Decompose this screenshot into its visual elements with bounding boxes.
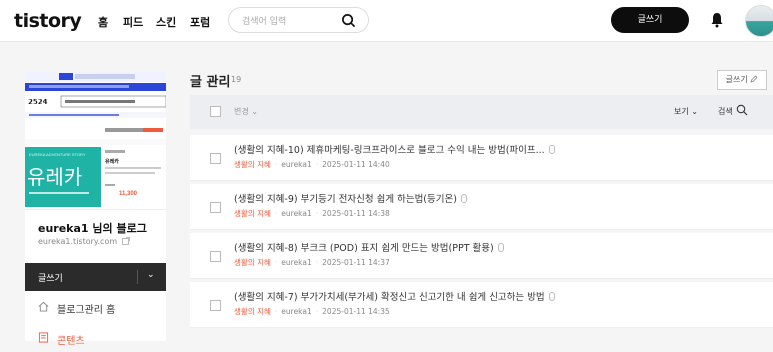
nav-feed[interactable]: 피드 bbox=[123, 14, 143, 30]
lock-icon bbox=[497, 243, 504, 252]
post-author: eureka1 bbox=[281, 209, 312, 218]
write-small-label: 글쓰기 bbox=[725, 75, 748, 84]
post-checkbox[interactable] bbox=[210, 202, 221, 213]
separator: · bbox=[274, 258, 278, 267]
lock-icon bbox=[460, 194, 467, 203]
blog-thumbnail[interactable]: 𝟮𝟱𝟮𝟰 EUREKA ADVENTURE STORY 유레카 유레카 11,3… bbox=[25, 72, 166, 210]
search-input[interactable]: 검색어 입력 bbox=[228, 7, 369, 33]
home-icon bbox=[38, 301, 49, 312]
external-link-icon bbox=[121, 237, 130, 245]
post-title-text: (생활의 지혜-8) 부크크 (POD) 표지 쉽게 만드는 방법(PPT 활용… bbox=[234, 243, 494, 254]
post-category[interactable]: 생활의 지혜 bbox=[234, 160, 271, 169]
blog-title[interactable]: eureka1 님의 블로그 bbox=[38, 220, 147, 236]
post-checkbox[interactable] bbox=[210, 251, 221, 262]
select-all-checkbox[interactable] bbox=[210, 106, 221, 117]
document-icon bbox=[38, 332, 49, 343]
search-placeholder: 검색어 입력 bbox=[242, 17, 287, 27]
post-count: 19 bbox=[231, 75, 242, 84]
bell-icon[interactable] bbox=[710, 12, 724, 28]
nav-skin[interactable]: 스킨 bbox=[156, 14, 176, 30]
chevron-down-icon: ⌄ bbox=[251, 107, 258, 116]
separator: · bbox=[315, 160, 319, 169]
post-checkbox[interactable] bbox=[210, 300, 221, 311]
sidebar-item-contents[interactable]: 콘텐츠 bbox=[25, 324, 166, 352]
post-category[interactable]: 생활의 지혜 bbox=[234, 258, 271, 267]
post-title-text: (생활의 지혜-9) 부기등기 전자신청 쉽게 하는법(등기온) bbox=[234, 194, 457, 205]
post-author: eureka1 bbox=[281, 307, 312, 316]
separator: · bbox=[315, 209, 319, 218]
post-toolbar: 변경 ⌄ 보기 ⌄ 검색 bbox=[190, 95, 773, 129]
separator: · bbox=[315, 307, 319, 316]
post-meta: 생활의 지혜 · eureka1 · 2025-01-11 14:40 bbox=[234, 159, 390, 170]
tistory-logo[interactable]: tistory bbox=[14, 10, 82, 32]
separator: · bbox=[274, 307, 278, 316]
lock-icon bbox=[548, 292, 555, 301]
separator: · bbox=[274, 209, 278, 218]
svg-text:유레카: 유레카 bbox=[105, 158, 119, 165]
avatar[interactable] bbox=[745, 5, 773, 37]
blog-url-text: eureka1.tistory.com bbox=[38, 237, 118, 246]
thumb-number: 11,300 bbox=[119, 191, 138, 197]
post-row[interactable]: (생활의 지혜-8) 부크크 (POD) 표지 쉽게 만드는 방법(PPT 활용… bbox=[190, 233, 773, 279]
svg-text:EUREKA ADVENTURE STORY: EUREKA ADVENTURE STORY bbox=[29, 152, 86, 157]
separator: · bbox=[315, 258, 319, 267]
post-date: 2025-01-11 14:40 bbox=[322, 160, 390, 169]
blog-thumbnail-image: 𝟮𝟱𝟮𝟰 EUREKA ADVENTURE STORY 유레카 유레카 11,3… bbox=[25, 72, 166, 209]
change-dropdown[interactable]: 변경 ⌄ bbox=[234, 106, 258, 117]
search-icon[interactable] bbox=[341, 13, 356, 28]
sidebar-item-label: 블로그관리 홈 bbox=[57, 305, 116, 316]
sidebar-item-blog-home[interactable]: 블로그관리 홈 bbox=[25, 293, 166, 321]
post-meta: 생활의 지혜 · eureka1 · 2025-01-11 14:38 bbox=[234, 208, 390, 219]
pencil-icon bbox=[750, 75, 758, 83]
post-row[interactable]: (생활의 지혜-7) 부가가치세(부가세) 확정신고 신고기한 내 쉽게 신고하… bbox=[190, 282, 773, 328]
post-title[interactable]: (생활의 지혜-8) 부크크 (POD) 표지 쉽게 만드는 방법(PPT 활용… bbox=[234, 240, 504, 254]
write-small-button[interactable]: 글쓰기 bbox=[717, 70, 767, 90]
thumb-eureka-text: 유레카 bbox=[27, 165, 82, 189]
write-button[interactable]: 글쓰기 bbox=[611, 7, 689, 33]
post-title[interactable]: (생활의 지혜-9) 부기등기 전자신청 쉽게 하는법(등기온) bbox=[234, 191, 467, 205]
search-icon[interactable] bbox=[736, 104, 748, 116]
post-title-text: (생활의 지혜-7) 부가가치세(부가세) 확정신고 신고기한 내 쉽게 신고하… bbox=[234, 292, 545, 303]
post-title[interactable]: (생활의 지혜-10) 제휴마케팅-링크프라이스로 블로그 수익 내는 방법(파… bbox=[234, 142, 555, 156]
post-row[interactable]: (생활의 지혜-9) 부기등기 전자신청 쉽게 하는법(등기온) 생활의 지혜 ·… bbox=[190, 184, 773, 230]
lock-icon bbox=[548, 145, 555, 154]
blog-url[interactable]: eureka1.tistory.com bbox=[38, 237, 130, 246]
post-category[interactable]: 생활의 지혜 bbox=[234, 209, 271, 218]
page-title: 글 관리 bbox=[190, 75, 231, 90]
post-date: 2025-01-11 14:38 bbox=[322, 209, 390, 218]
post-category[interactable]: 생활의 지혜 bbox=[234, 307, 271, 316]
post-title-text: (생활의 지혜-10) 제휴마케팅-링크프라이스로 블로그 수익 내는 방법(파… bbox=[234, 145, 545, 156]
view-label: 보기 bbox=[674, 107, 689, 116]
post-meta: 생활의 지혜 · eureka1 · 2025-01-11 14:37 bbox=[234, 257, 390, 268]
separator: · bbox=[274, 160, 278, 169]
view-dropdown[interactable]: 보기 ⌄ bbox=[674, 106, 698, 117]
post-author: eureka1 bbox=[281, 160, 312, 169]
search-toggle[interactable]: 검색 bbox=[718, 106, 733, 117]
svg-text:𝟮𝟱𝟮𝟰: 𝟮𝟱𝟮𝟰 bbox=[28, 99, 48, 106]
post-row[interactable]: (생활의 지혜-10) 제휴마케팅-링크프라이스로 블로그 수익 내는 방법(파… bbox=[190, 135, 773, 181]
top-header: tistory 홈 피드 스킨 포럼 검색어 입력 글쓰기 bbox=[0, 0, 773, 42]
post-checkbox[interactable] bbox=[210, 153, 221, 164]
chevron-down-icon[interactable]: ⌄ bbox=[147, 270, 155, 280]
nav-home[interactable]: 홈 bbox=[98, 14, 108, 30]
sidebar: 𝟮𝟱𝟮𝟰 EUREKA ADVENTURE STORY 유레카 유레카 11,3… bbox=[25, 72, 166, 347]
sidebar-write-label: 글쓰기 bbox=[38, 274, 63, 284]
sidebar-item-label: 콘텐츠 bbox=[57, 336, 85, 347]
post-title[interactable]: (생활의 지혜-7) 부가가치세(부가세) 확정신고 신고기한 내 쉽게 신고하… bbox=[234, 289, 555, 303]
change-label: 변경 bbox=[234, 107, 249, 116]
post-date: 2025-01-11 14:35 bbox=[322, 307, 390, 316]
nav-forum[interactable]: 포럼 bbox=[190, 14, 210, 30]
post-meta: 생활의 지혜 · eureka1 · 2025-01-11 14:35 bbox=[234, 306, 390, 317]
sidebar-write-button[interactable]: 글쓰기 ⌄ bbox=[25, 263, 166, 291]
divider bbox=[137, 270, 138, 284]
post-date: 2025-01-11 14:37 bbox=[322, 258, 390, 267]
post-author: eureka1 bbox=[281, 258, 312, 267]
chevron-down-icon: ⌄ bbox=[691, 107, 698, 116]
